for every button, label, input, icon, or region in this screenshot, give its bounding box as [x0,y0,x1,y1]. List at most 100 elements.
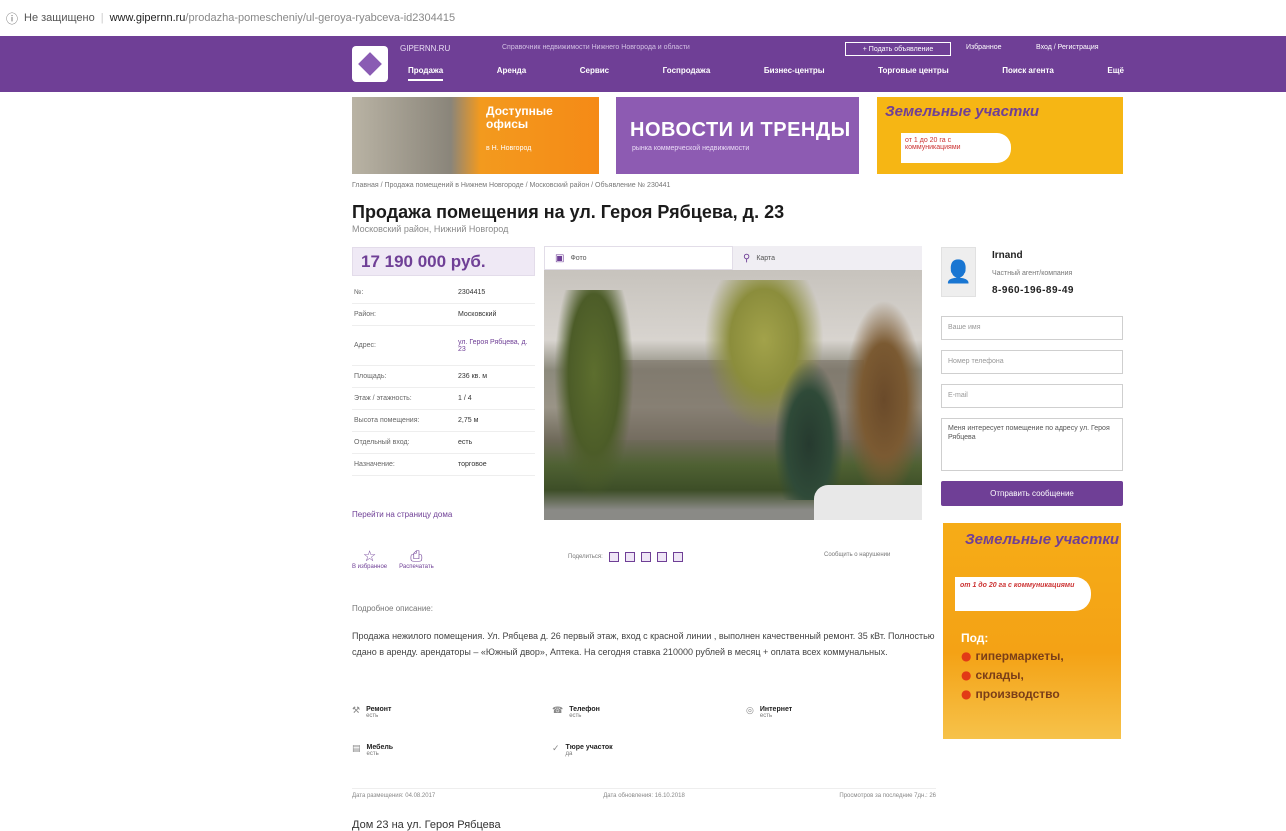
menu-item-rent[interactable]: Аренда [497,66,526,81]
avatar: 👤 [941,247,976,297]
land-banner-title: Земельные участки [885,103,1040,120]
phone-field[interactable]: Номер телефона [941,350,1123,374]
name-field[interactable]: Ваше имя [941,316,1123,340]
login-link[interactable]: Вход / Регистрация [1036,44,1099,51]
land-icon: ✓ [552,744,560,754]
listing-actions: ☆ В избранное ⎙ Распечатать [352,548,434,570]
fact-row: Район: Московский [352,304,535,326]
feature-label: Мебель [366,744,394,751]
fact-value: 2,75 м [458,417,479,424]
email-field[interactable]: E-mail [941,384,1123,408]
offices-banner[interactable]: Доступные офисы в Н. Новгород [352,97,599,174]
tab-map[interactable]: ⚲ Карта [733,246,922,270]
fact-value: есть [458,439,473,446]
breadcrumb[interactable]: Главная / Продажа помещений в Нижнем Нов… [352,182,670,189]
address-link[interactable]: ул. Героя Рябцева, д. 23 [458,339,528,353]
internet-icon: ◎ [746,706,754,716]
news-banner-sub: рынка коммерческой недвижимости [632,145,750,152]
share-tw-icon[interactable] [656,552,667,562]
side-ad-item: ● склады, [961,666,1064,685]
print-button[interactable]: ⎙ Распечатать [399,548,434,570]
description-title: Подробное описание: [352,604,433,613]
menu-item-find-agent[interactable]: Поиск агента [1002,66,1054,81]
site-name[interactable]: GIPERNN.RU [400,44,450,53]
fact-key: Отдельный вход: [354,439,410,446]
menu-item-service[interactable]: Сервис [580,66,609,81]
menu-item-shopping-centers[interactable]: Торговые центры [878,66,949,81]
main-menu: Продажа Аренда Сервис Госпродажа Бизнес-… [408,66,1124,81]
side-ad-item-label: производство [975,687,1060,701]
fact-value: торговое [458,461,487,468]
photo-tree [774,360,844,500]
add-listing-button[interactable]: + Подать объявление [845,42,951,56]
favorite-button[interactable]: ☆ В избранное [352,548,387,570]
meta-updated: Дата обновления: 16.10.2018 [603,793,685,799]
side-ad-title: Земельные участки [965,531,1120,548]
feature-land: ✓ Тюре участок да [552,744,613,757]
info-icon[interactable]: ⓘ [6,10,18,27]
send-message-button[interactable]: Отправить сообщение [941,481,1123,506]
fact-row: Назначение: торговое [352,454,535,476]
share-fb-icon[interactable] [624,552,635,562]
tab-photo[interactable]: ▣ Фото [544,246,733,270]
menu-item-state-sale[interactable]: Госпродажа [663,66,711,81]
favorites-link[interactable]: Избранное [966,44,1001,51]
message-field[interactable]: Меня интересует помещение по адресу ул. … [941,418,1123,471]
agent-name[interactable]: Irnand [992,250,1023,261]
fact-key: №: [354,289,364,296]
share-label: Поделиться: [568,554,603,560]
offices-banner-sub: в Н. Новгород [486,145,532,152]
menu-item-business-centers[interactable]: Бизнес-центры [764,66,825,81]
share-ok-icon[interactable] [640,552,651,562]
land-banner-sub: от 1 до 20 га с коммуникациями [901,133,1011,163]
feature-label: Телефон [569,706,600,713]
house-section-title: Дом 23 на ул. Героя Рябцева [352,819,501,831]
fact-value: 2304415 [458,289,486,296]
share-vk-icon[interactable] [608,552,619,562]
side-ad-item: ● производство [961,685,1064,704]
page-subtitle: Московский район, Нижний Новгород [352,224,509,234]
fact-row: №: 2304415 [352,282,535,304]
feature-label: Тюре участок [565,744,613,751]
photo-car [814,485,922,520]
user-icon: 👤 [944,259,973,285]
feature-value: есть [366,713,379,719]
menu-item-sale[interactable]: Продажа [408,66,444,81]
url-path: /prodazha-pomescheniy/ul-geroya-ryabceva… [185,12,456,24]
share-mail-icon[interactable] [672,552,683,562]
url-domain: www.gipernn.ru [109,12,186,24]
print-label: Распечатать [399,564,434,570]
news-banner[interactable]: НОВОСТИ И ТРЕНДЫ рынка коммерческой недв… [616,97,859,174]
house-page-link[interactable]: Перейти на страницу дома [352,510,452,519]
price: 17 190 000 руб. [352,247,535,276]
side-ad-item: ● гипермаркеты, [961,647,1064,666]
fact-row: Высота помещения: 2,75 м [352,410,535,432]
agent-role: Частный агент/компания [992,270,1073,277]
tab-map-label: Карта [756,254,776,262]
fact-key: Этаж / этажность: [354,395,412,402]
fact-key: Адрес: [354,342,376,349]
map-pin-icon: ⚲ [743,252,751,264]
report-link[interactable]: Сообщить о нарушении [824,552,890,558]
land-banner[interactable]: Земельные участки от 1 до 20 га с коммун… [877,97,1123,174]
fact-value: 236 кв. м [458,373,488,380]
fact-key: Назначение: [354,461,395,468]
fact-value: 1 / 4 [458,395,472,402]
browser-address-bar[interactable]: ⓘ Не защищено | www.gipernn.ru /prodazha… [0,0,1286,36]
offices-banner-title: Доступные офисы [486,104,553,131]
phone-icon: ☎ [552,706,564,716]
listing-photo[interactable] [544,270,922,520]
side-ad-item-label: склады, [975,668,1024,682]
print-icon: ⎙ [410,547,423,565]
side-ad-banner[interactable]: Земельные участки от 1 до 20 га с коммун… [943,523,1121,739]
site-tagline: Справочник недвижимости Нижнего Новгород… [502,44,690,51]
feature-value: есть [366,751,379,757]
side-ad-list: ● гипермаркеты, ● склады, ● производство [961,647,1064,704]
agent-phone[interactable]: 8-960-196-89-49 [992,285,1074,296]
favorite-label: В избранное [352,564,388,570]
menu-item-more[interactable]: Ещё [1107,66,1124,81]
share-bar: Поделиться: [568,552,683,562]
site-logo[interactable] [352,46,388,82]
page-title: Продажа помещения на ул. Героя Рябцева, … [352,202,785,222]
feature-value: есть [759,713,773,719]
